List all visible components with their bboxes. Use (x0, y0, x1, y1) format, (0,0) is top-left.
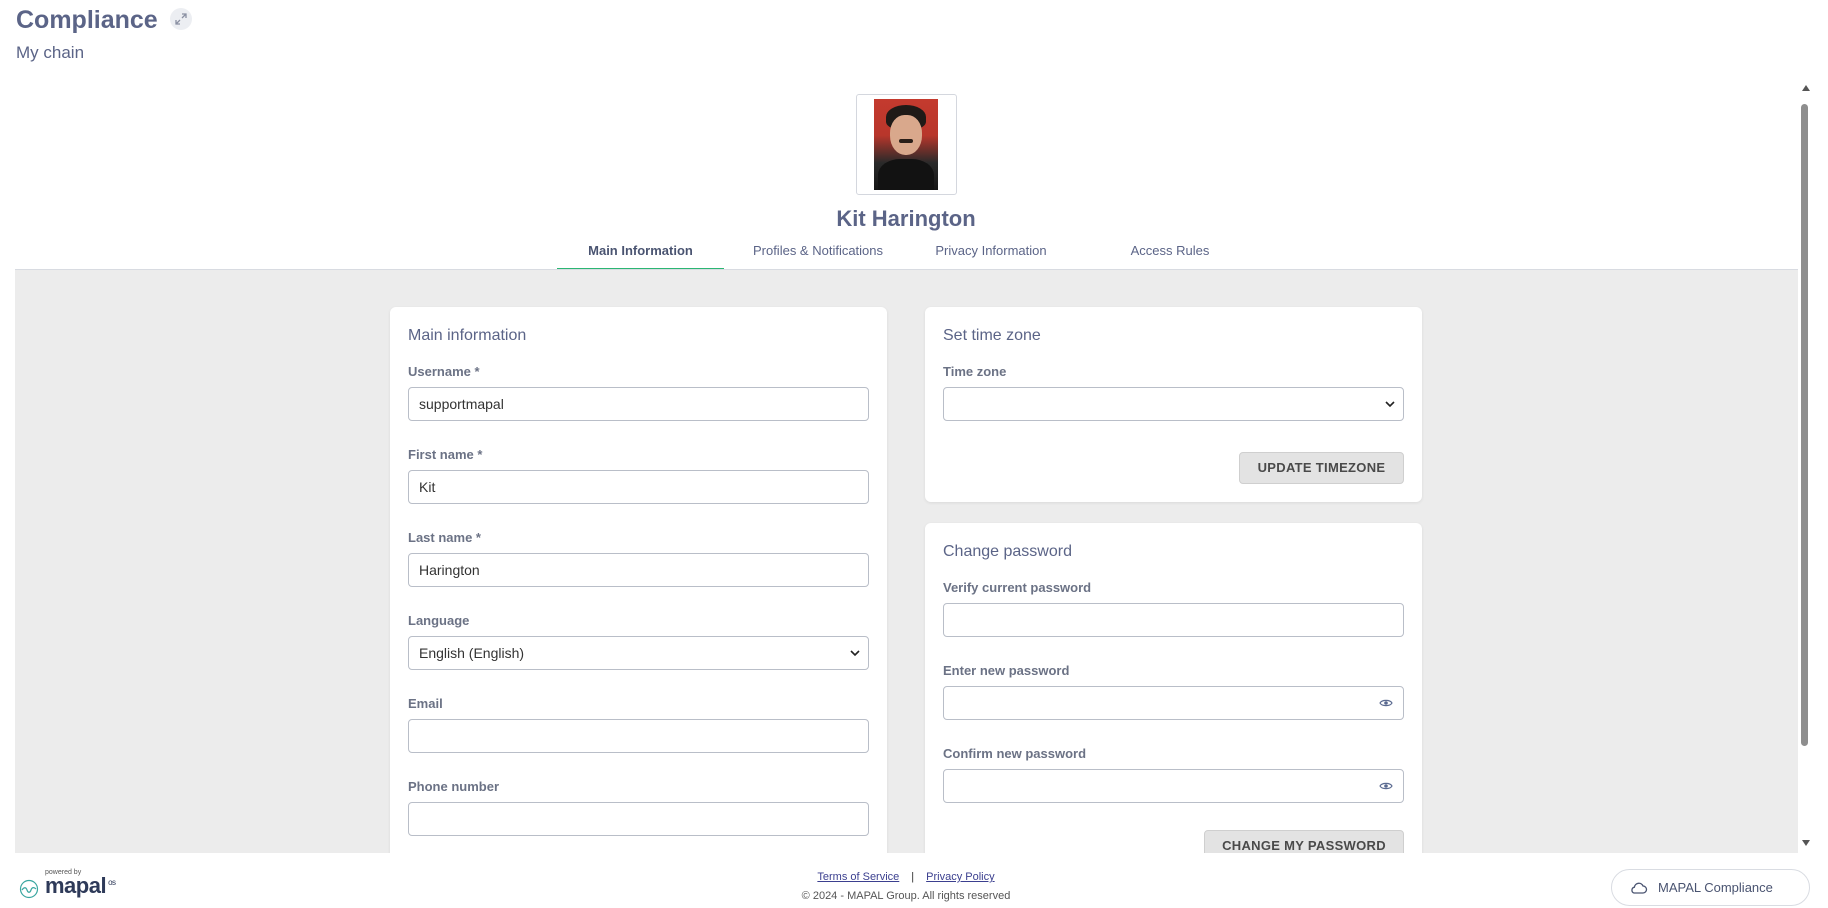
chevron-down-icon (1385, 401, 1395, 408)
user-name: Kit Harington (836, 206, 976, 231)
timezone-select[interactable] (943, 387, 1404, 421)
scroll-down-icon[interactable] (1801, 839, 1811, 847)
tab-main-information[interactable]: Main Information (557, 241, 724, 271)
last-name-label: Last name * (408, 530, 481, 545)
timezone-card: Set time zone Time zone UPDATE TIMEZONE (925, 307, 1422, 502)
email-label: Email (408, 696, 443, 711)
page-scrollbar[interactable] (1799, 84, 1811, 847)
email-field[interactable] (408, 719, 869, 753)
card-title: Change password (943, 543, 1072, 560)
page-subtitle: My chain (16, 43, 85, 62)
main-content: Main information Username * supportmapal… (15, 270, 1798, 853)
update-timezone-button[interactable]: UPDATE TIMEZONE (1239, 452, 1404, 484)
tab-profiles-notifications[interactable]: Profiles & Notifications (738, 241, 898, 269)
copyright: © 2024 - MAPAL Group. All rights reserve… (801, 890, 1011, 902)
page-header: Compliance My chain (16, 6, 193, 63)
username-field[interactable]: supportmapal (408, 387, 869, 421)
change-password-button[interactable]: CHANGE MY PASSWORD (1204, 830, 1404, 853)
phone-group: Phone number (408, 779, 869, 836)
confirm-password-field[interactable] (943, 769, 1404, 803)
card-title: Main information (408, 327, 527, 344)
scroll-up-icon[interactable] (1801, 84, 1811, 92)
expand-button[interactable] (170, 7, 193, 30)
email-group: Email (408, 696, 869, 753)
privacy-policy-link[interactable]: Privacy Policy (926, 871, 994, 883)
avatar[interactable] (855, 94, 957, 195)
expand-icon (175, 12, 187, 25)
footer-links: Terms of Service | Privacy Policy (0, 871, 1812, 883)
profile-tabs: Main Information Profiles & Notification… (0, 241, 1812, 271)
tab-privacy-information[interactable]: Privacy Information (916, 241, 1066, 269)
app-switch-label: MAPAL Compliance (1658, 880, 1773, 895)
username-label: Username * (408, 364, 480, 379)
username-group: Username * supportmapal (408, 364, 869, 421)
main-information-card: Main information Username * supportmapal… (390, 307, 887, 853)
footer: powered by mapal os Terms of Service | Priv… (0, 853, 1828, 908)
eye-icon[interactable] (1379, 698, 1393, 708)
phone-field[interactable] (408, 802, 869, 836)
chevron-down-icon (850, 650, 860, 657)
current-password-group: Verify current password (943, 580, 1404, 637)
language-select[interactable]: English (English) (408, 636, 869, 670)
language-value: English (English) (419, 645, 525, 661)
tab-access-rules[interactable]: Access Rules (1100, 241, 1240, 269)
scroll-thumb[interactable] (1801, 104, 1808, 746)
first-name-group: First name * Kit (408, 447, 869, 504)
confirm-password-label: Confirm new password (943, 746, 1087, 761)
cloud-icon (1631, 882, 1648, 894)
confirm-password-group: Confirm new password (943, 746, 1404, 803)
new-password-label: Enter new password (943, 663, 1070, 678)
phone-label: Phone number (408, 779, 500, 794)
first-name-field[interactable]: Kit (408, 470, 869, 504)
language-group: Language English (English) (408, 613, 869, 670)
language-label: Language (408, 613, 470, 628)
profile-photo (873, 99, 938, 190)
new-password-field[interactable] (943, 686, 1404, 720)
change-password-card: Change password Verify current password … (925, 523, 1422, 853)
current-password-label: Verify current password (943, 580, 1092, 595)
last-name-field[interactable]: Harington (408, 553, 869, 587)
eye-icon[interactable] (1379, 781, 1393, 791)
timezone-label: Time zone (943, 364, 1007, 379)
new-password-group: Enter new password (943, 663, 1404, 720)
link-separator: | (911, 871, 915, 883)
profile-header: Kit Harington (0, 94, 1812, 232)
current-password-field[interactable] (943, 603, 1404, 637)
last-name-group: Last name * Harington (408, 530, 869, 587)
app-switch-button[interactable]: MAPAL Compliance (1611, 869, 1810, 906)
card-title: Set time zone (943, 327, 1041, 344)
terms-of-service-link[interactable]: Terms of Service (817, 871, 899, 883)
first-name-label: First name * (408, 447, 483, 462)
page-title: Compliance (16, 6, 158, 34)
